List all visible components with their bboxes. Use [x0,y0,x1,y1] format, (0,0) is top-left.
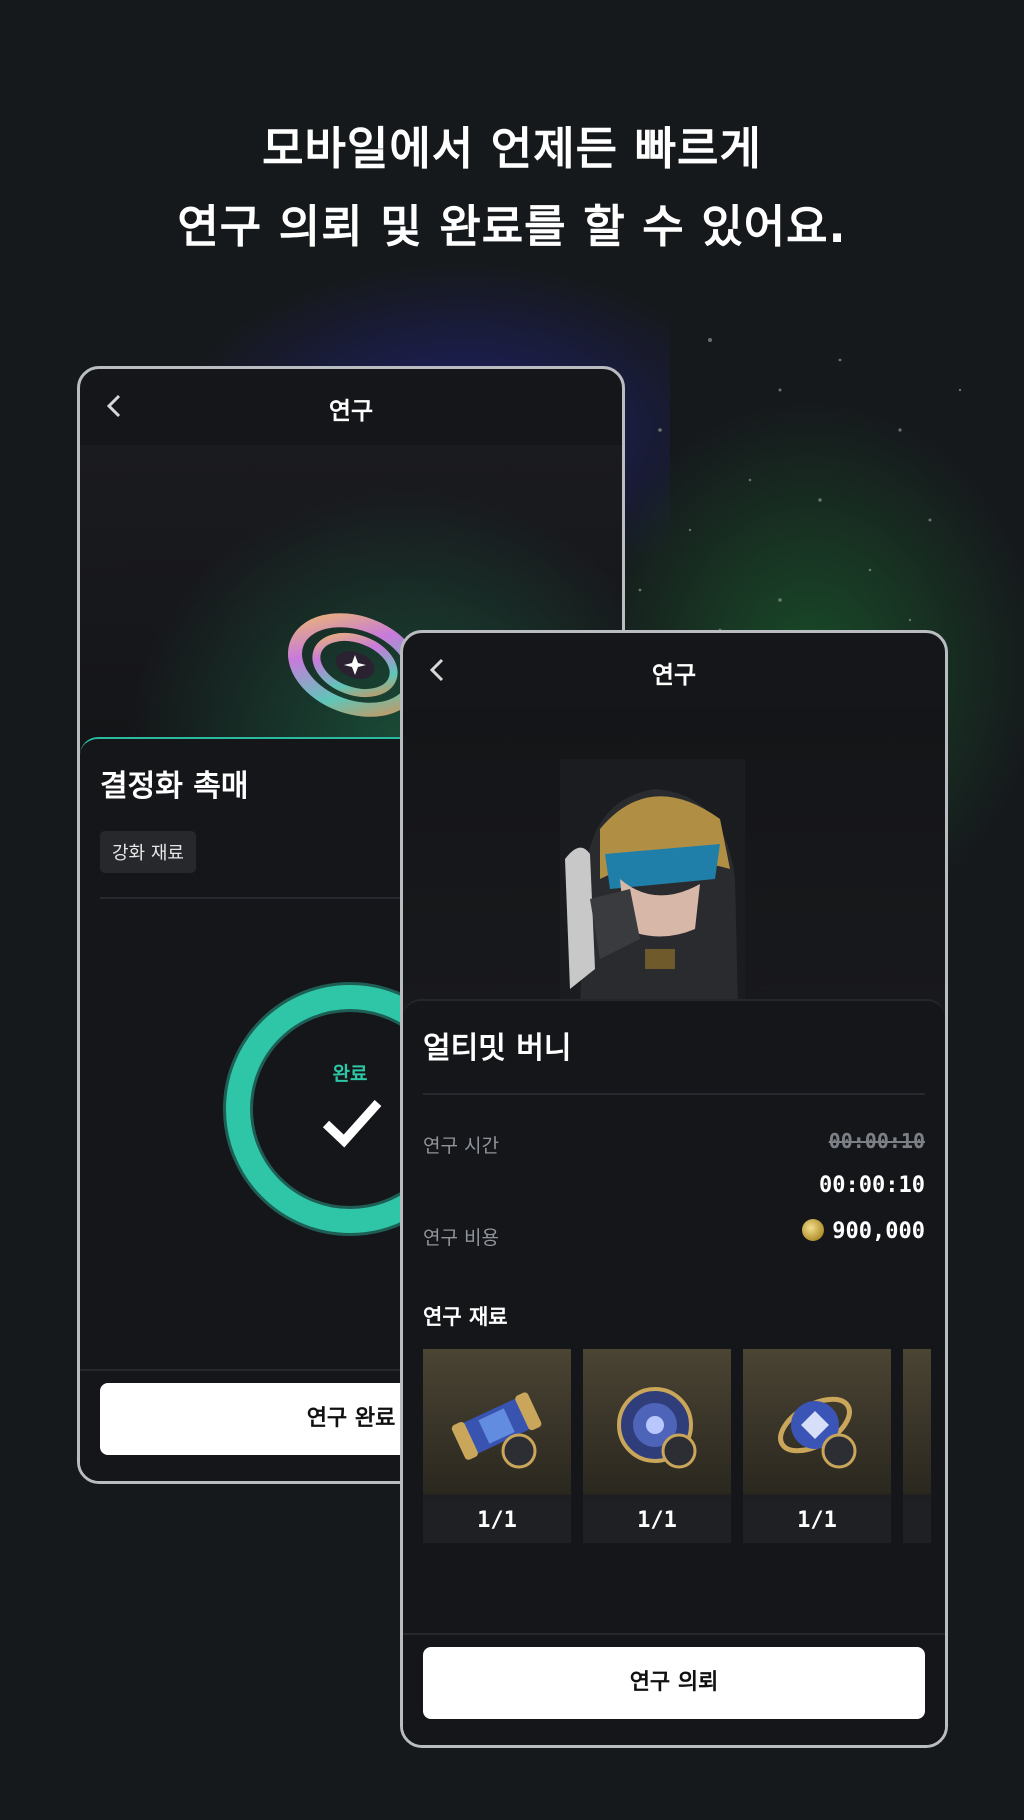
material-count: 1/1 [583,1499,731,1543]
research-time-original: 00:00:10 [828,1129,925,1153]
capsule-icon [451,1392,542,1469]
research-time-value: 00:00:10 [819,1173,925,1198]
nav-bar: 연구 [80,369,622,445]
material-slot[interactable]: 1/1 [583,1349,731,1543]
nav-bar: 연구 [403,633,945,709]
research-cost-value: 900,000 [832,1219,925,1244]
item-tag: 강화 재료 [100,831,196,873]
orb-part-icon [778,1396,857,1469]
material-count: 1/1 [423,1499,571,1543]
sphere-part-icon [617,1387,697,1469]
ultimate-bunny-portrait [560,759,745,1009]
headline-line-2: 연구 의뢰 및 완료를 할 수 있어요. [177,200,847,253]
divider [423,1093,925,1095]
materials-title: 연구 재료 [423,1305,508,1329]
footer: 연구 의뢰 [403,1633,945,1745]
character-showcase [403,709,945,1019]
materials-list[interactable]: 1/1 1/1 1/1 [423,1349,931,1543]
gold-coin-icon [802,1219,825,1241]
material-slot[interactable]: 1/1 [743,1349,891,1543]
headline-line-1: 모바일에서 언제든 빠르게 [262,122,762,175]
research-cost-label: 연구 비용 [423,1227,499,1249]
character-name: 얼티밋 버니 [423,1031,572,1066]
nav-title: 연구 [328,397,374,425]
research-time-label: 연구 시간 [423,1135,499,1157]
item-name: 결정화 촉매 [100,769,249,804]
material-count-partial [903,1499,931,1543]
material-count: 1/1 [743,1499,891,1543]
headline: 모바일에서 언제든 빠르게 연구 의뢰 및 완료를 할 수 있어요. [0,110,1024,266]
phone-research-request: 연구 얼티밋 버니 연구 시간 00:00:10 00:00:10 연구 비용 … [400,630,948,1748]
check-icon [322,1099,382,1148]
star-particles [638,338,962,632]
research-cost: 900,000 [802,1219,925,1244]
material-slot[interactable] [903,1349,931,1543]
material-slot[interactable]: 1/1 [423,1349,571,1543]
research-request-button[interactable]: 연구 의뢰 [423,1647,925,1719]
nav-title: 연구 [651,661,697,689]
